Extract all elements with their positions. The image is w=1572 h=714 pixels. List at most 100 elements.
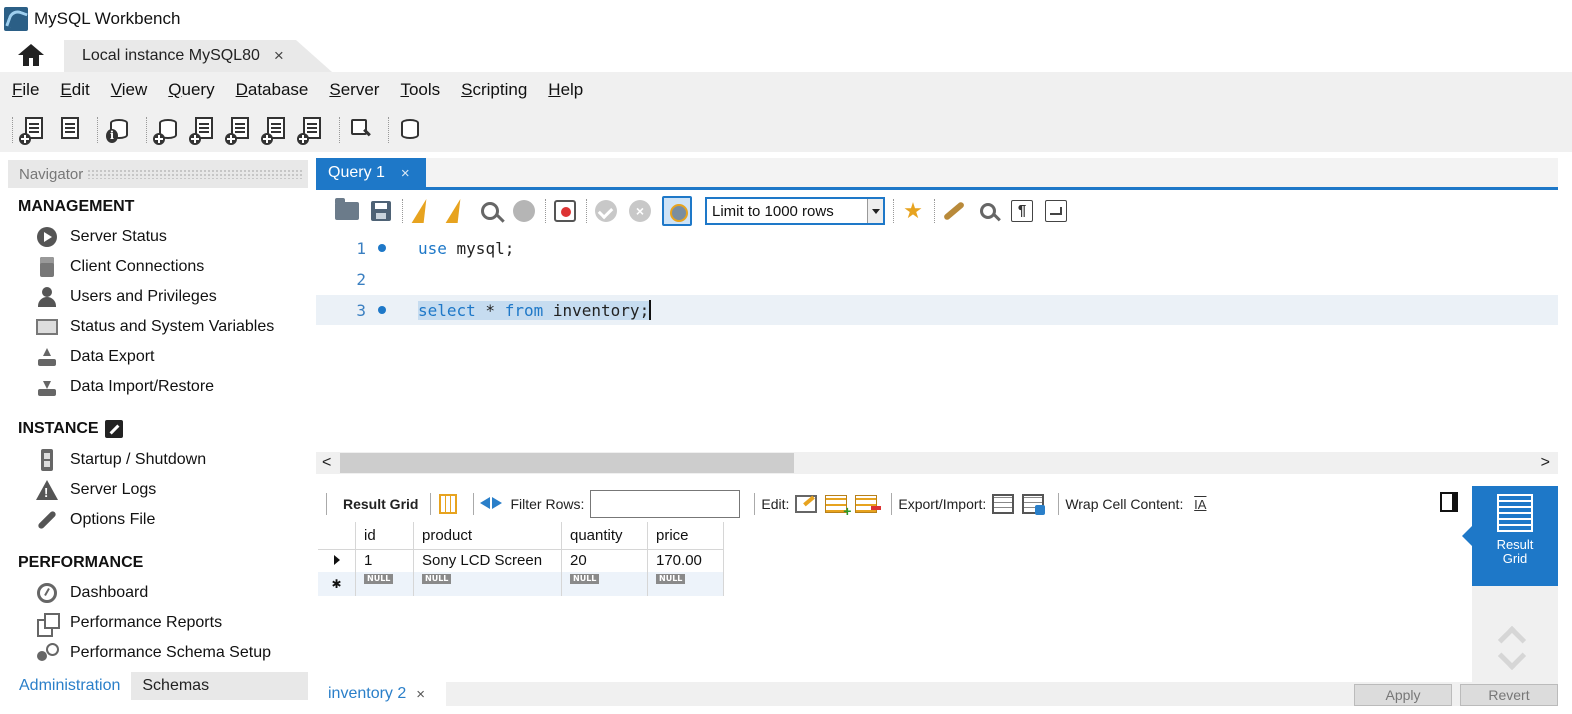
user-icon bbox=[36, 286, 58, 308]
open-file-icon[interactable] bbox=[334, 198, 360, 224]
delete-row-icon[interactable] bbox=[855, 493, 882, 515]
reconnect-icon[interactable] bbox=[395, 115, 423, 145]
nav-item-startup-shutdown[interactable]: Startup / Shutdown bbox=[36, 447, 206, 473]
drag-handle[interactable] bbox=[87, 169, 302, 179]
column-header[interactable]: quantity bbox=[562, 522, 648, 550]
execute-current-icon[interactable] bbox=[443, 198, 469, 224]
row-selector[interactable]: ✱ bbox=[318, 572, 356, 596]
toggle-stop-on-error-icon[interactable] bbox=[552, 198, 578, 224]
column-header[interactable]: price bbox=[648, 522, 724, 550]
menu-tools[interactable]: Tools bbox=[400, 80, 440, 100]
search-table-data-icon[interactable] bbox=[346, 115, 374, 145]
close-icon[interactable]: × bbox=[401, 165, 410, 182]
add-snippet-star-icon[interactable]: ★ bbox=[900, 198, 926, 224]
sql-editor[interactable]: 1 use mysql; 2 3 select * from inventory… bbox=[316, 232, 1558, 452]
table-cell[interactable]: 170.00 bbox=[648, 548, 724, 572]
menu-database[interactable]: Database bbox=[236, 80, 309, 100]
add-row-icon[interactable] bbox=[825, 493, 851, 519]
tab-administration[interactable]: Administration bbox=[8, 672, 132, 700]
rollback-icon[interactable]: × bbox=[627, 198, 653, 224]
nav-item-data-export[interactable]: Data Export bbox=[36, 344, 154, 370]
new-sql-tab-icon[interactable] bbox=[19, 115, 47, 145]
nav-item-performance-schema-setup[interactable]: Performance Schema Setup bbox=[36, 640, 271, 666]
create-procedure-icon[interactable] bbox=[261, 115, 289, 145]
nav-item-data-import[interactable]: Data Import/Restore bbox=[36, 374, 214, 400]
nav-item-performance-reports[interactable]: Performance Reports bbox=[36, 610, 222, 637]
table-cell[interactable]: Sony LCD Screen bbox=[414, 548, 562, 572]
chevron-left-icon[interactable]: < bbox=[322, 452, 331, 474]
nav-item-options-file[interactable]: Options File bbox=[36, 507, 155, 533]
tab-query-1[interactable]: Query 1 × bbox=[316, 158, 426, 188]
export-grid-icon[interactable] bbox=[992, 493, 1015, 515]
table-cell[interactable]: NULL bbox=[648, 572, 724, 596]
table-cell[interactable]: NULL bbox=[414, 572, 562, 596]
find-icon[interactable] bbox=[975, 198, 1001, 224]
grid-columns-icon[interactable] bbox=[437, 493, 459, 515]
create-table-icon[interactable] bbox=[189, 115, 217, 145]
chevron-down-icon[interactable] bbox=[867, 199, 883, 223]
nav-item-status-system-variables[interactable]: Status and System Variables bbox=[36, 314, 274, 340]
result-grid-view-button[interactable]: Result Grid bbox=[1462, 486, 1558, 586]
menu-view[interactable]: View bbox=[111, 80, 148, 100]
new-row[interactable]: ✱ NULL NULL NULL NULL bbox=[318, 572, 724, 596]
menu-query[interactable]: Query bbox=[168, 80, 214, 100]
table-cell[interactable]: 20 bbox=[562, 548, 648, 572]
execute-icon[interactable] bbox=[409, 198, 435, 224]
nav-item-client-connections[interactable]: Client Connections bbox=[36, 254, 204, 280]
autocommit-toggle-icon[interactable] bbox=[661, 196, 693, 226]
nav-item-dashboard[interactable]: Dashboard bbox=[36, 580, 148, 606]
menu-file[interactable]: File bbox=[12, 80, 39, 100]
row-selector[interactable] bbox=[318, 548, 356, 572]
table-cell[interactable]: 1 bbox=[356, 548, 414, 572]
word-wrap-icon[interactable] bbox=[1043, 198, 1069, 224]
filter-rows-input[interactable] bbox=[590, 490, 741, 518]
create-view-icon[interactable] bbox=[225, 115, 253, 145]
chevron-right-icon[interactable]: > bbox=[1541, 452, 1550, 474]
toggle-side-panel-icon[interactable] bbox=[1440, 492, 1458, 512]
edit-row-icon[interactable] bbox=[795, 493, 818, 515]
tab-inventory-2[interactable]: inventory 2 × bbox=[316, 682, 446, 706]
open-sql-script-icon[interactable] bbox=[55, 115, 83, 145]
scrollbar-thumb[interactable] bbox=[340, 453, 794, 473]
create-function-icon[interactable] bbox=[297, 115, 325, 145]
connection-tab[interactable]: Local instance MySQL80 × bbox=[64, 40, 332, 72]
menu-help[interactable]: Help bbox=[548, 80, 583, 100]
wrap-cell-icon[interactable]: IA bbox=[1189, 493, 1211, 515]
import-grid-icon[interactable] bbox=[1022, 493, 1046, 515]
table-cell[interactable]: NULL bbox=[356, 572, 414, 596]
close-icon[interactable]: × bbox=[416, 686, 425, 703]
menu-server[interactable]: Server bbox=[329, 80, 379, 100]
create-schema-icon[interactable] bbox=[153, 115, 181, 145]
inspector-icon[interactable]: i bbox=[104, 115, 132, 145]
instance-settings-icon[interactable] bbox=[104, 420, 123, 438]
save-icon[interactable] bbox=[368, 198, 394, 224]
explain-icon[interactable] bbox=[477, 198, 503, 224]
navigator-bottom-tabs: Administration Schemas bbox=[8, 672, 308, 700]
menu-edit[interactable]: Edit bbox=[60, 80, 89, 100]
column-header[interactable]: product bbox=[414, 522, 562, 550]
table-cell[interactable]: NULL bbox=[562, 572, 648, 596]
apply-button[interactable]: Apply bbox=[1354, 684, 1452, 706]
column-header[interactable]: id bbox=[356, 522, 414, 550]
tab-schemas[interactable]: Schemas bbox=[131, 672, 220, 700]
table-row[interactable]: 1 Sony LCD Screen 20 170.00 bbox=[318, 548, 724, 572]
chevron-down-icon[interactable] bbox=[1497, 641, 1527, 671]
refresh-icon[interactable] bbox=[480, 493, 503, 515]
beautify-broom-icon[interactable] bbox=[941, 198, 967, 224]
performance-section-title: PERFORMANCE bbox=[18, 554, 144, 571]
menu-scripting[interactable]: Scripting bbox=[461, 80, 527, 100]
management-section-title: MANAGEMENT bbox=[18, 198, 135, 215]
nav-item-server-logs[interactable]: Server Logs bbox=[36, 477, 156, 503]
home-tab[interactable] bbox=[0, 38, 62, 72]
close-icon[interactable]: × bbox=[274, 46, 284, 66]
nav-item-users-privileges[interactable]: Users and Privileges bbox=[36, 284, 217, 310]
editor-horizontal-scrollbar[interactable]: < > bbox=[316, 452, 1558, 474]
result-grid[interactable]: id product quantity price 1 Sony LCD Scr… bbox=[318, 522, 724, 596]
stop-icon[interactable] bbox=[511, 198, 537, 224]
result-toolbar: Result Grid Filter Rows: Edit: Export/Im… bbox=[316, 486, 1472, 522]
limit-rows-select[interactable]: Limit to 1000 rows bbox=[705, 197, 885, 225]
commit-icon[interactable] bbox=[593, 198, 619, 224]
revert-button[interactable]: Revert bbox=[1460, 684, 1558, 706]
nav-item-server-status[interactable]: Server Status bbox=[36, 224, 167, 250]
invisible-chars-icon[interactable]: ¶ bbox=[1009, 198, 1035, 224]
